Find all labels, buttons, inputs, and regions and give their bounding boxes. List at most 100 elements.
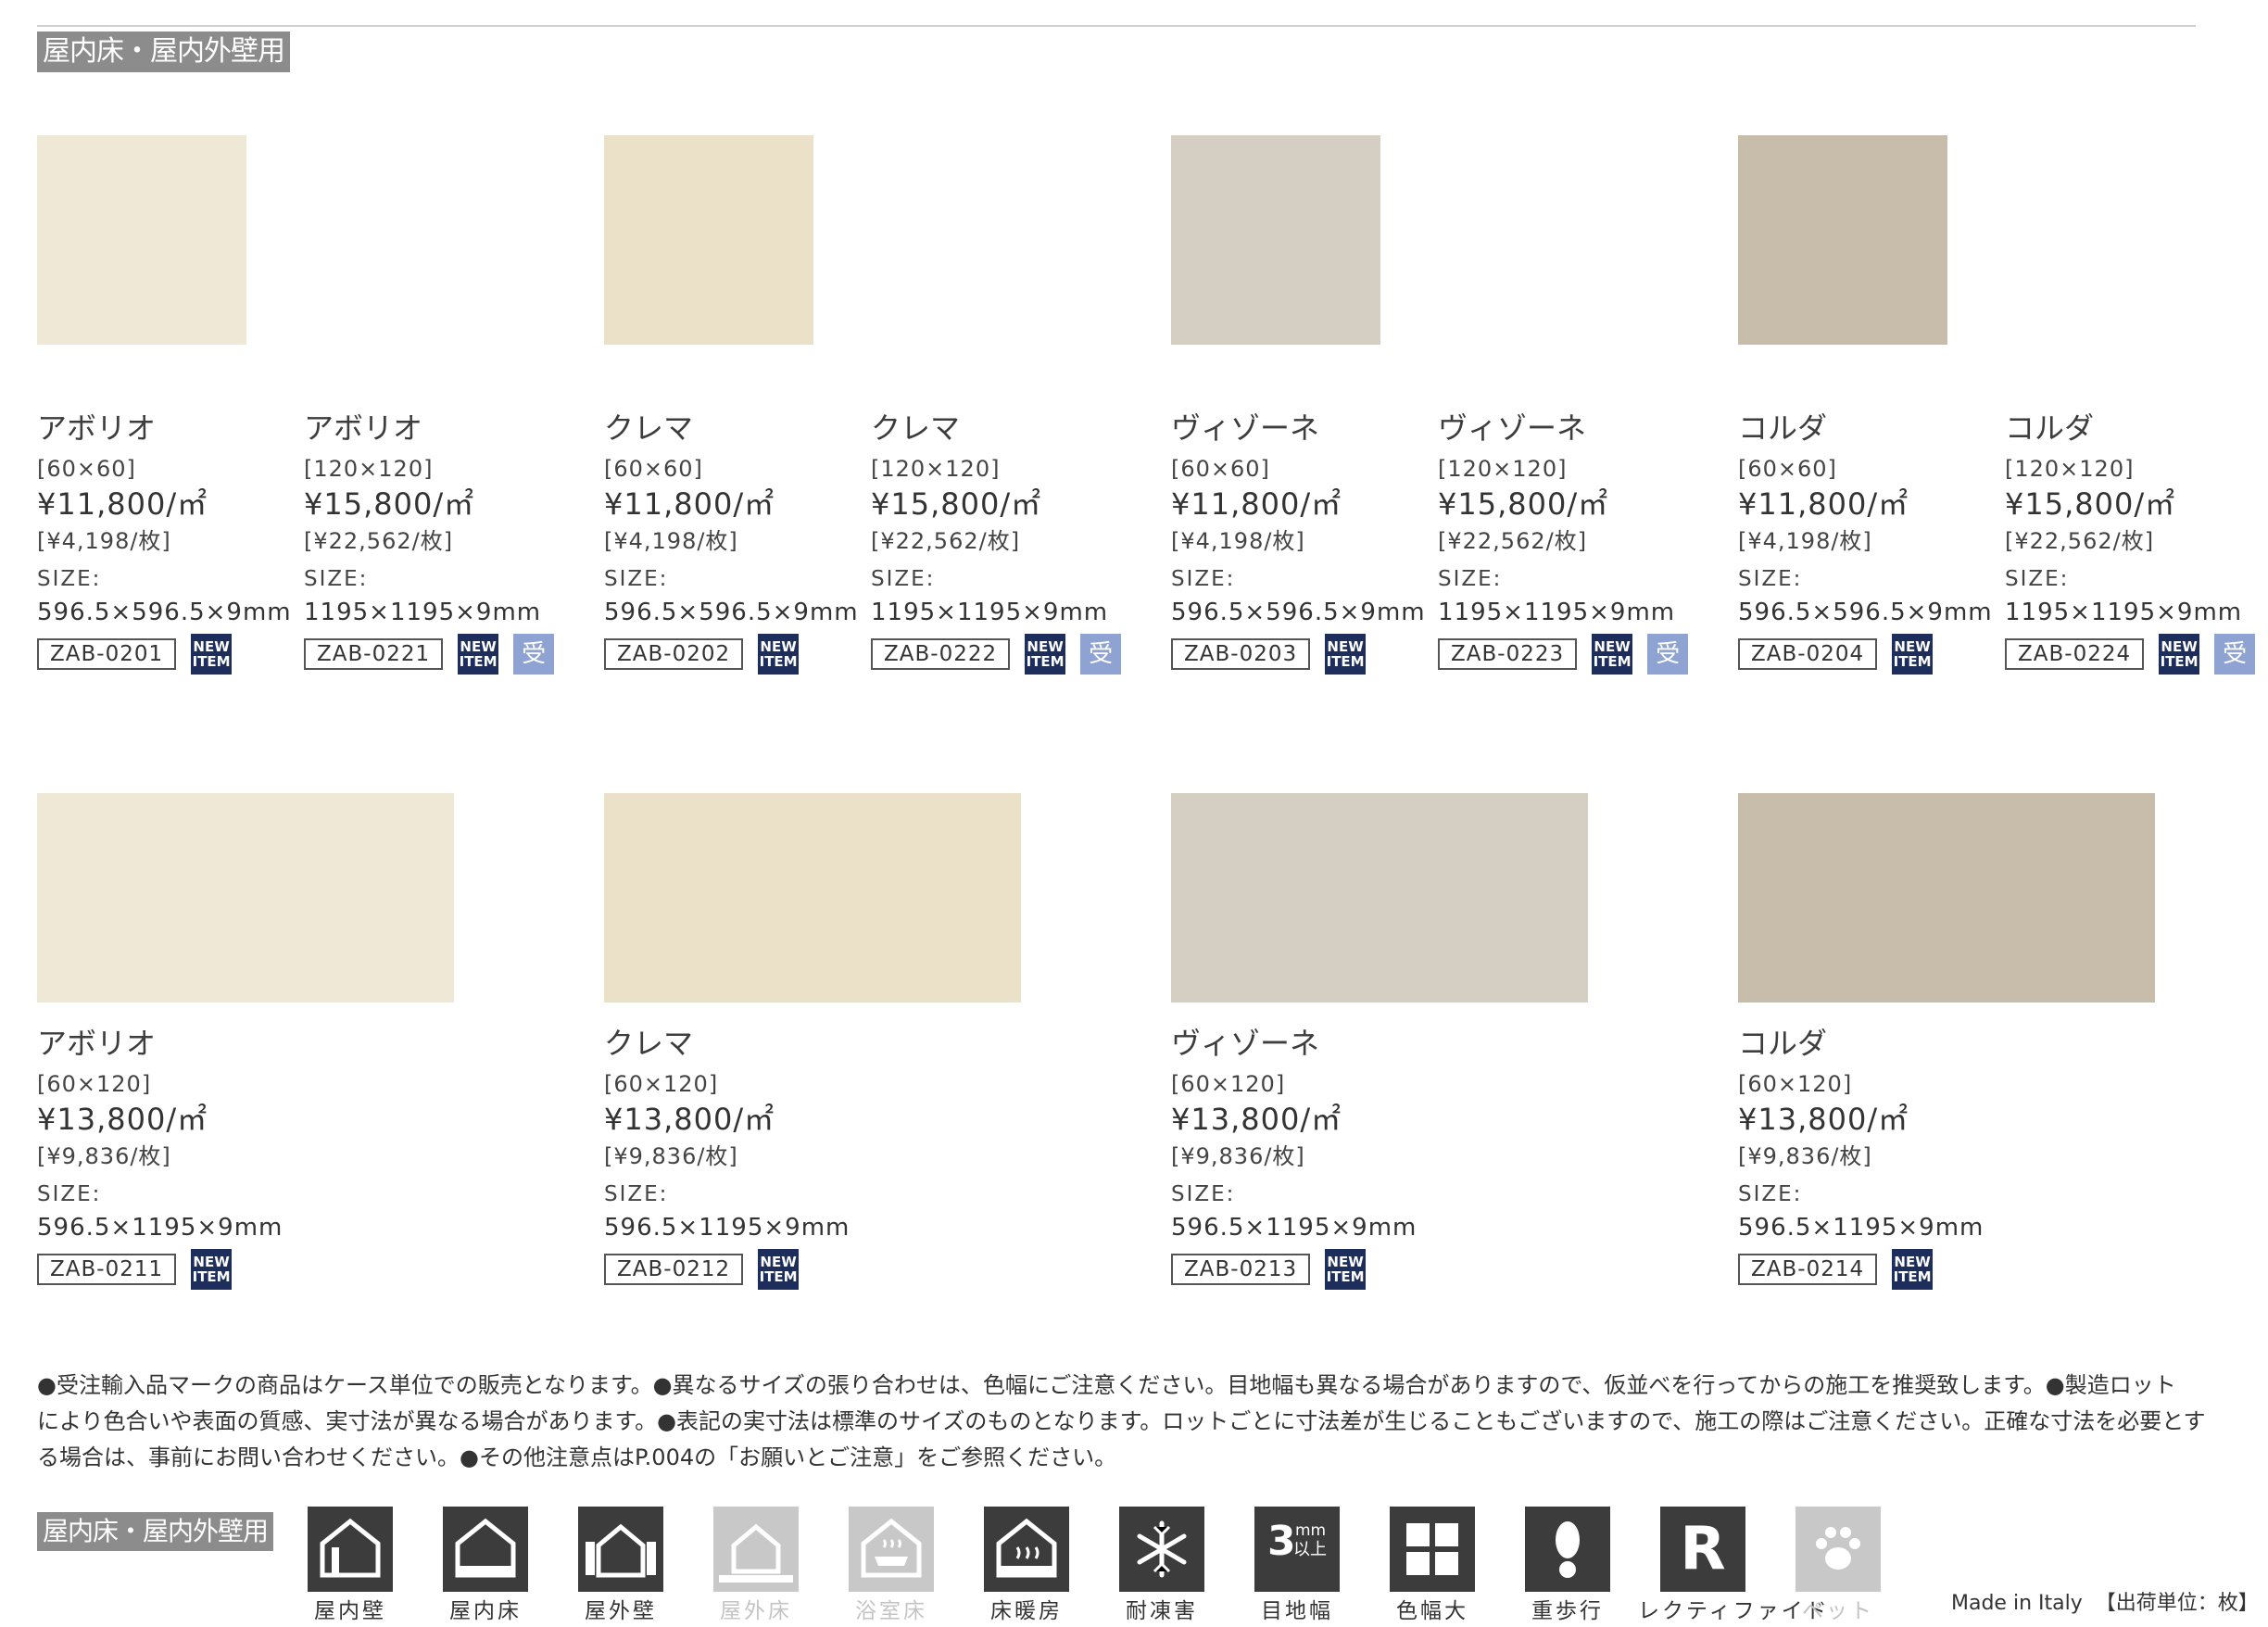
product-code: ZAB-0201: [37, 638, 177, 670]
product-card: コルダ [60×60] ¥11,800/㎡ [¥4,198/枚] SIZE: 596.5×…: [1738, 411, 2007, 675]
product-piece-price: [¥4,198/枚]: [1171, 528, 1305, 554]
size-value: 596.5×596.5×9mm: [37, 599, 292, 626]
order-import-badge: 受: [513, 634, 555, 675]
product-code: ZAB-0223: [1438, 638, 1578, 670]
size-label: SIZE:: [604, 1182, 669, 1206]
origin-info: Made in Italy 【出荷単位：枚】: [1951, 1590, 2268, 1618]
size-value: 596.5×1195×9mm: [37, 1214, 284, 1242]
product-price: ¥13,800/㎡: [1171, 1102, 1342, 1137]
swatch-abolio-60x60: [37, 135, 246, 345]
order-import-badge: 受: [2214, 634, 2256, 675]
product-code: ZAB-0204: [1738, 638, 1878, 670]
product-card: クレマ [60×120] ¥13,800/㎡ [¥9,836/枚] SIZE: 596.5…: [604, 1027, 873, 1290]
new-item-badge: NEW ITEM: [1592, 634, 1633, 675]
product-price: ¥13,800/㎡: [604, 1102, 775, 1137]
feature-icon-label: 耐凍害: [1126, 1599, 1198, 1623]
joint-width-number: 3: [1267, 1518, 1296, 1565]
note-line: る場合は、事前にお問い合わせください。●その他注意点はP.004の「お願いとご注…: [37, 1444, 1117, 1470]
size-label: SIZE:: [304, 567, 369, 591]
bathroom-floor-icon: [849, 1507, 934, 1592]
size-value: 1195×1195×9mm: [2005, 599, 2243, 626]
new-item-badge: NEW ITEM: [191, 1249, 233, 1290]
feature-icon-label: レクティファイド: [1638, 1599, 1830, 1623]
product-dimension: [120×120]: [304, 456, 434, 482]
feature-icon-item: 屋外壁: [556, 1507, 686, 1625]
product-codes: ZAB-0204 NEW ITEM: [1738, 634, 2007, 675]
size-label: SIZE:: [1171, 1182, 1236, 1206]
swatch-crema-60x60: [604, 135, 813, 345]
product-name: アボリオ: [304, 410, 423, 446]
feature-icon-item: 3 mm 以上目地幅: [1232, 1507, 1362, 1625]
feature-icon-label: 屋外床: [720, 1599, 792, 1623]
size-value: 596.5×1195×9mm: [1171, 1214, 1418, 1242]
size-label: SIZE:: [37, 1182, 102, 1206]
product-dimension: [60×120]: [1171, 1071, 1286, 1097]
product-dimension: [60×60]: [1738, 456, 1837, 482]
product-name: コルダ: [2005, 410, 2095, 446]
size-value: 596.5×1195×9mm: [604, 1214, 850, 1242]
product-card: アボリオ [120×120] ¥15,800/㎡ [¥22,562/枚] SIZE: 11…: [304, 411, 573, 675]
new-item-badge: NEW ITEM: [1892, 1249, 1934, 1290]
pet-icon: [1796, 1507, 1881, 1592]
product-codes: ZAB-0214 NEW ITEM: [1738, 1249, 2007, 1290]
product-price: ¥13,800/㎡: [37, 1102, 208, 1137]
product-code: ZAB-0212: [604, 1254, 744, 1285]
product-code: ZAB-0202: [604, 638, 744, 670]
product-dimension: [120×120]: [1438, 456, 1568, 482]
outdoor-wall-icon: [578, 1507, 663, 1592]
feature-icon-label: 目地幅: [1261, 1599, 1333, 1623]
swatch-abolio-60x120: [37, 793, 454, 1003]
product-code: ZAB-0203: [1171, 638, 1311, 670]
indoor-floor-icon: [443, 1507, 528, 1592]
product-piece-price: [¥22,562/枚]: [1438, 528, 1588, 554]
swatch-visone-60x60: [1171, 135, 1380, 345]
product-price: ¥15,800/㎡: [304, 486, 475, 522]
product-name: ヴィゾーネ: [1171, 1026, 1320, 1061]
swatch-corda-60x60: [1738, 135, 1947, 345]
product-codes: ZAB-0223 NEW ITEM 受: [1438, 634, 1707, 675]
feature-icon-item: R レクティファイド: [1638, 1507, 1830, 1625]
product-card: クレマ [120×120] ¥15,800/㎡ [¥22,562/枚] SIZE: 119…: [871, 411, 1140, 675]
product-price: ¥15,800/㎡: [2005, 486, 2176, 522]
origin-text: Made in Italy: [1951, 1592, 2083, 1615]
product-name: ヴィゾーネ: [1171, 410, 1320, 446]
floor-heating-icon: [984, 1507, 1069, 1592]
joint-width-sub: 以上: [1293, 1540, 1327, 1559]
product-card: ヴィゾーネ [120×120] ¥15,800/㎡ [¥22,562/枚] SIZE: 1…: [1438, 411, 1707, 675]
product-piece-price: [¥4,198/枚]: [37, 528, 171, 554]
joint-width-unit: mm: [1295, 1521, 1327, 1540]
product-card: アボリオ [60×120] ¥13,800/㎡ [¥9,836/枚] SIZE: 596.…: [37, 1027, 306, 1290]
feature-icon-item: 耐凍害: [1097, 1507, 1227, 1625]
top-divider: [37, 25, 2196, 27]
product-name: クレマ: [604, 410, 694, 446]
rectified-letter: R: [1680, 1515, 1726, 1583]
feature-icon-label: 色幅大: [1396, 1599, 1468, 1623]
color-variation-icon: [1390, 1507, 1475, 1592]
size-label: SIZE:: [2005, 567, 2070, 591]
product-code: ZAB-0214: [1738, 1254, 1878, 1285]
feature-icon-label: 床暖房: [990, 1599, 1063, 1623]
feature-icon-item: 浴室床: [826, 1507, 956, 1625]
new-item-badge: NEW ITEM: [758, 1249, 800, 1290]
new-item-badge: NEW ITEM: [758, 634, 800, 675]
product-piece-price: [¥22,562/枚]: [871, 528, 1021, 554]
product-code: ZAB-0221: [304, 638, 444, 670]
frost-resistant-icon: [1119, 1507, 1204, 1592]
product-card: クレマ [60×60] ¥11,800/㎡ [¥4,198/枚] SIZE: 596.5×…: [604, 411, 873, 675]
size-label: SIZE:: [604, 567, 669, 591]
new-item-badge: NEW ITEM: [1325, 634, 1367, 675]
new-item-badge: NEW ITEM: [1325, 1249, 1367, 1290]
product-dimension: [60×120]: [37, 1071, 152, 1097]
size-value: 596.5×1195×9mm: [1738, 1214, 1984, 1242]
product-price: ¥11,800/㎡: [604, 486, 775, 522]
rectified-icon: R: [1660, 1507, 1745, 1592]
product-codes: ZAB-0202 NEW ITEM: [604, 634, 873, 675]
product-piece-price: [¥9,836/枚]: [37, 1143, 171, 1169]
product-name: コルダ: [1738, 1026, 1828, 1061]
feature-icon-label: 屋内壁: [314, 1599, 386, 1623]
heavy-walking-icon: [1525, 1507, 1610, 1592]
product-card: コルダ [120×120] ¥15,800/㎡ [¥22,562/枚] SIZE: 119…: [2005, 411, 2268, 675]
product-card: コルダ [60×120] ¥13,800/㎡ [¥9,836/枚] SIZE: 596.5…: [1738, 1027, 2007, 1290]
order-import-badge: 受: [1647, 634, 1689, 675]
feature-icon-item: 重歩行: [1503, 1507, 1632, 1625]
